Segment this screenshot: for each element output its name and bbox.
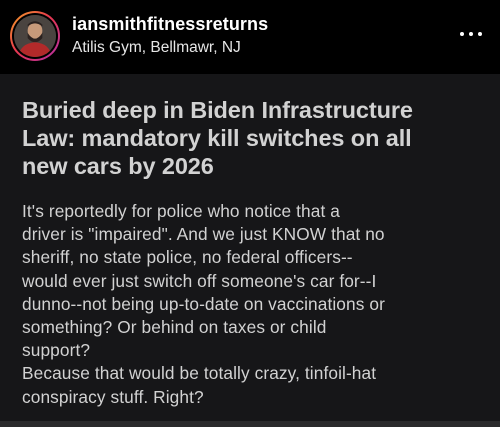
post-headline: Buried deep in Biden Infrastructure Law:… [22, 96, 484, 180]
username[interactable]: iansmithfitnessreturns [72, 14, 268, 35]
post-body-text: It's reportedly for police who notice th… [22, 200, 492, 409]
dot-icon [460, 32, 464, 36]
location-link[interactable]: Atilis Gym, Bellmawr, NJ [72, 39, 241, 57]
dot-icon [469, 32, 473, 36]
more-options-icon[interactable] [460, 30, 482, 38]
avatar-photo [14, 15, 56, 57]
body-line: conspiracy stuff. Right? [22, 386, 204, 407]
post-image-bottom-edge [0, 421, 500, 427]
post-header: iansmithfitnessreturns Atilis Gym, Bellm… [0, 0, 500, 72]
body-line: It's reportedly for police who notice th… [22, 201, 340, 221]
body-line: would ever just switch off someone's car… [22, 270, 377, 291]
body-line: sheriff, no state police, no federal off… [22, 247, 353, 268]
body-line: dunno--not being up-to-date on vaccinati… [22, 293, 385, 314]
avatar[interactable] [10, 11, 60, 61]
headline-line: new cars by 2026 [22, 153, 214, 179]
body-line: support? [22, 340, 91, 361]
body-line: Because that would be totally crazy, tin… [22, 363, 377, 384]
post-image[interactable]: Buried deep in Biden Infrastructure Law:… [0, 74, 500, 427]
body-line: driver is "impaired". And we just KNOW t… [22, 224, 385, 245]
headline-line: Law: mandatory kill switches on all [22, 125, 412, 151]
instagram-post: iansmithfitnessreturns Atilis Gym, Bellm… [0, 0, 500, 427]
avatar-ring-gap [12, 13, 58, 59]
profile-photo-icon [14, 15, 56, 57]
headline-line: Buried deep in Biden Infrastructure [22, 97, 413, 123]
body-line: something? Or behind on taxes or child [22, 317, 327, 338]
dot-icon [478, 32, 482, 36]
